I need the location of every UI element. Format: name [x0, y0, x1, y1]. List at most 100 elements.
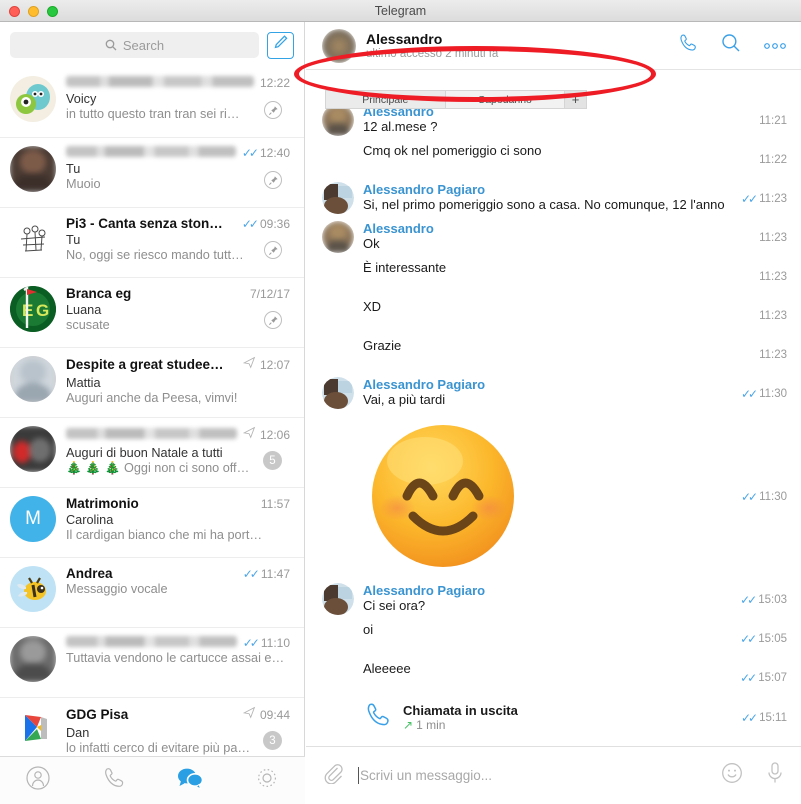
chat-sender: Auguri di buon Natale a tutti [66, 446, 223, 460]
sidebar-tab-chats[interactable] [176, 765, 204, 796]
folder-tab-capodanno[interactable]: Capodanno [446, 91, 565, 108]
message-body: Grazie [363, 338, 750, 370]
chat-list[interactable]: 12:22 Voicy in tutto questo tran tran sei … [0, 68, 304, 756]
call-title: Chiamata in uscita [403, 703, 518, 718]
close-button[interactable] [9, 6, 20, 17]
message-text: È interessante [363, 260, 447, 275]
message-meta: 11:23 [759, 260, 787, 292]
chat-list-item[interactable]: Pi3 - Canta senza ston… ✓✓ 09:36 Tu No, oggi… [0, 208, 304, 278]
window-titlebar: Telegram [0, 0, 801, 22]
chat-list-item[interactable]: M Matrimonio 11:57 Carolina Il cardigan bian… [0, 488, 304, 558]
folder-tabs[interactable]: Principale Capodanno + [325, 90, 587, 109]
message-body: Cmq ok nel pomeriggio ci sono [363, 143, 750, 175]
telegram-window: Telegram Search 12:22 Voicy in tutto quest… [0, 0, 801, 804]
chat-preview: Il cardigan bianco che mi ha port… [66, 528, 263, 542]
message-sender[interactable]: Alessandro [363, 221, 750, 236]
chat-list-item[interactable]: ✓✓ 12:40 Tu Muoio [0, 138, 304, 208]
message-body: oi [363, 622, 731, 654]
zoom-button[interactable] [47, 6, 58, 17]
message-body: Chiamata in uscita ↗ 1 min [363, 700, 732, 735]
search-icon[interactable] [721, 33, 741, 58]
chat-list-item[interactable]: GDG Pisa 09:44 Dan lo infatti cerco di evit… [0, 698, 304, 756]
paperclip-icon[interactable] [322, 762, 344, 789]
chat-title-redacted [66, 146, 236, 157]
message-text: Aleeeee [363, 661, 411, 676]
folder-tab-principale[interactable]: Principale [326, 91, 446, 108]
message-timestamp: 11:21 [759, 114, 787, 127]
chat-preview: in tutto questo tran tran sei ri… [66, 107, 240, 121]
message-avatar[interactable] [322, 182, 354, 214]
avatar [10, 706, 56, 752]
message-body: Alessandro Ok [363, 221, 750, 253]
call-message[interactable]: Chiamata in uscita ↗ 1 min [363, 700, 732, 735]
search-placeholder: Search [122, 37, 165, 53]
message-body: È interessante [363, 260, 750, 292]
unread-badge: 5 [263, 451, 282, 470]
compose-button[interactable] [267, 31, 294, 59]
avatar-spacer [322, 622, 354, 654]
message-timestamp: 15:11 [759, 712, 787, 724]
message-timestamp: 11:22 [759, 153, 787, 166]
message-avatar[interactable] [322, 583, 354, 615]
pin-icon [264, 311, 282, 329]
chat-item-meta: 7/12/17 [250, 287, 290, 301]
chat-title: Branca eg [66, 286, 132, 301]
chat-timestamp: 09:36 [259, 217, 290, 231]
emoji-icon[interactable] [721, 762, 743, 789]
smiling-face-sticker[interactable] [363, 416, 523, 576]
chat-list-item[interactable]: 12:22 Voicy in tutto questo tran tran sei … [0, 68, 304, 138]
message-avatar[interactable] [322, 221, 354, 253]
message-text: Vai, a più tardi [363, 392, 446, 407]
message-sender[interactable]: Alessandro Pagiaro [363, 377, 732, 392]
chat-list-item[interactable]: ✓✓ 11:10 Tuttavia vendono le cartucce assa… [0, 628, 304, 698]
chat-item-meta: 09:44 [242, 706, 290, 724]
message-avatar[interactable] [322, 377, 354, 409]
message-row: Alessandro Ok 11:23 [306, 221, 801, 253]
chat-sender: Voicy [66, 92, 97, 106]
window-controls[interactable] [9, 6, 58, 17]
chat-title: Matrimonio [66, 496, 139, 511]
sidebar: Search 12:22 Voicy in tutto questo tran tr… [0, 22, 305, 804]
chat-title-redacted [66, 76, 254, 87]
svg-text:G: G [36, 301, 49, 320]
chat-item-body: Matrimonio 11:57 Carolina Il cardigan bianc… [66, 496, 294, 549]
chat-preview: Tuttavia vendono le cartucce assai econo… [66, 651, 290, 665]
chat-item-body: Pi3 - Canta senza ston… ✓✓ 09:36 Tu No, oggi… [66, 216, 294, 269]
chat-title-redacted [66, 428, 237, 439]
message-text: Cmq ok nel pomeriggio ci sono [363, 143, 542, 158]
chat-item-body: 12:06 Auguri di buon Natale a tutti 🎄 🎄 🎄 … [66, 426, 294, 479]
chat-list-item[interactable]: Despite a great studee… 12:07 Mattia Auguri… [0, 348, 304, 418]
message-meta: 11:23 [759, 299, 787, 331]
chat-list-item[interactable]: E G Branca eg 7/12/17 Luana scusate [0, 278, 304, 348]
message-timestamp: 11:23 [759, 270, 787, 283]
avatar [10, 356, 56, 402]
message-sender[interactable]: Alessandro Pagiaro [363, 182, 732, 197]
sidebar-tab-contacts[interactable] [25, 765, 51, 796]
chat-preview: scusate [66, 318, 110, 332]
chat-header-status: ultimo accesso 2 minuti fa [366, 48, 499, 60]
call-icon[interactable] [677, 32, 699, 59]
chat-preview: lo infatti cerco di evitare più pa… [66, 741, 251, 755]
chat-header-avatar[interactable] [322, 28, 356, 63]
message-composer: Scrivi un messaggio... [306, 746, 801, 804]
chat-item-meta: 12:07 [242, 356, 290, 374]
message-input[interactable]: Scrivi un messaggio... [358, 767, 707, 784]
chat-list-item[interactable]: 12:06 Auguri di buon Natale a tutti 🎄 🎄 🎄 … [0, 418, 304, 488]
chat-item-body: GDG Pisa 09:44 Dan lo infatti cerco di evit… [66, 706, 294, 756]
message-sender[interactable]: Alessandro Pagiaro [363, 583, 731, 598]
add-folder-button[interactable]: + [564, 91, 586, 108]
sidebar-tab-settings[interactable] [254, 765, 280, 796]
sidebar-tab-calls[interactable] [101, 765, 127, 796]
more-options-icon[interactable] [763, 37, 787, 55]
chat-list-item[interactable]: Andrea ✓✓ 11:47 Messaggio vocale [0, 558, 304, 628]
message-timestamp: 11:23 [759, 348, 787, 361]
chat-item-meta: 11:57 [261, 497, 290, 511]
message-row: oi ✓✓ 15:05 [306, 622, 801, 654]
chat-title: Despite a great studee… [66, 357, 224, 372]
minimize-button[interactable] [28, 6, 39, 17]
read-ticks-icon: ✓✓ [740, 489, 758, 504]
microphone-icon[interactable] [765, 761, 785, 790]
message-text: XD [363, 299, 382, 314]
search-input[interactable]: Search [10, 32, 259, 58]
avatar: EG [10, 286, 56, 332]
